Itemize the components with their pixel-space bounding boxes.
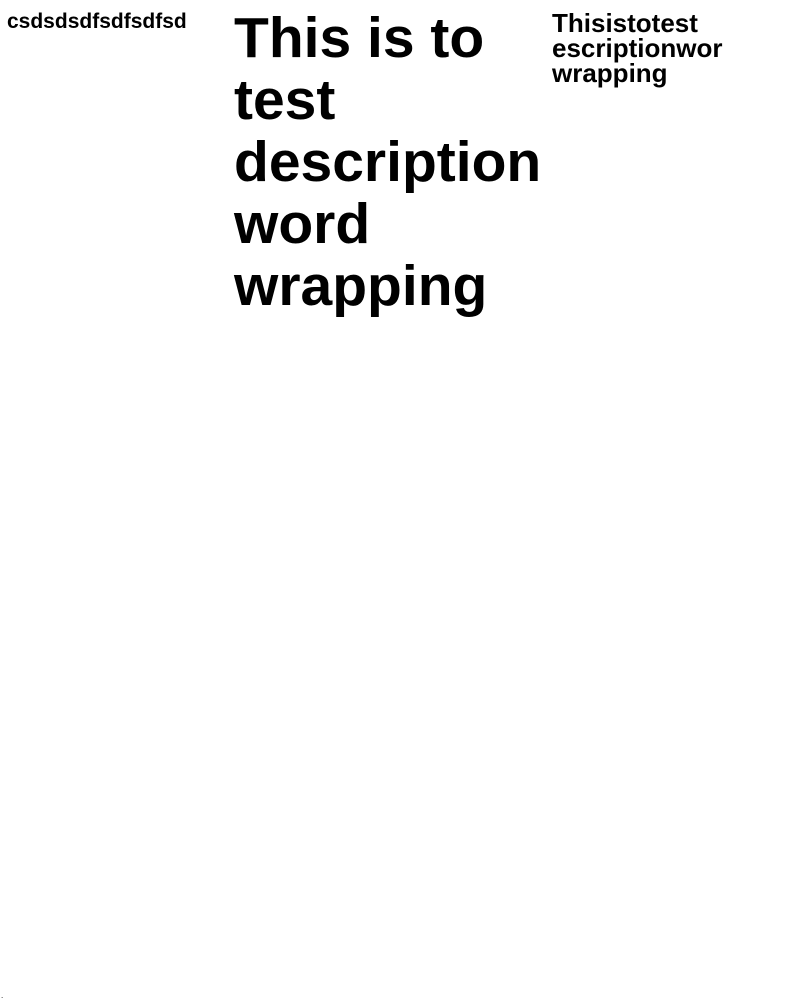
heading-line: This is to [234,6,485,70]
right-text-line: wrapping [552,58,668,88]
heading-line: word [234,192,371,256]
center-heading: This is to test description word wrappin… [234,7,579,317]
left-text-label: csdsdsdfsdfsdfsd [7,10,187,33]
heading-line: test [234,68,336,132]
right-text-block: Thisistotest escriptionwor wrapping [552,10,762,88]
corner-dot-mark: . [1,991,4,1000]
heading-line: wrapping [234,254,488,318]
heading-line: description [234,130,542,194]
